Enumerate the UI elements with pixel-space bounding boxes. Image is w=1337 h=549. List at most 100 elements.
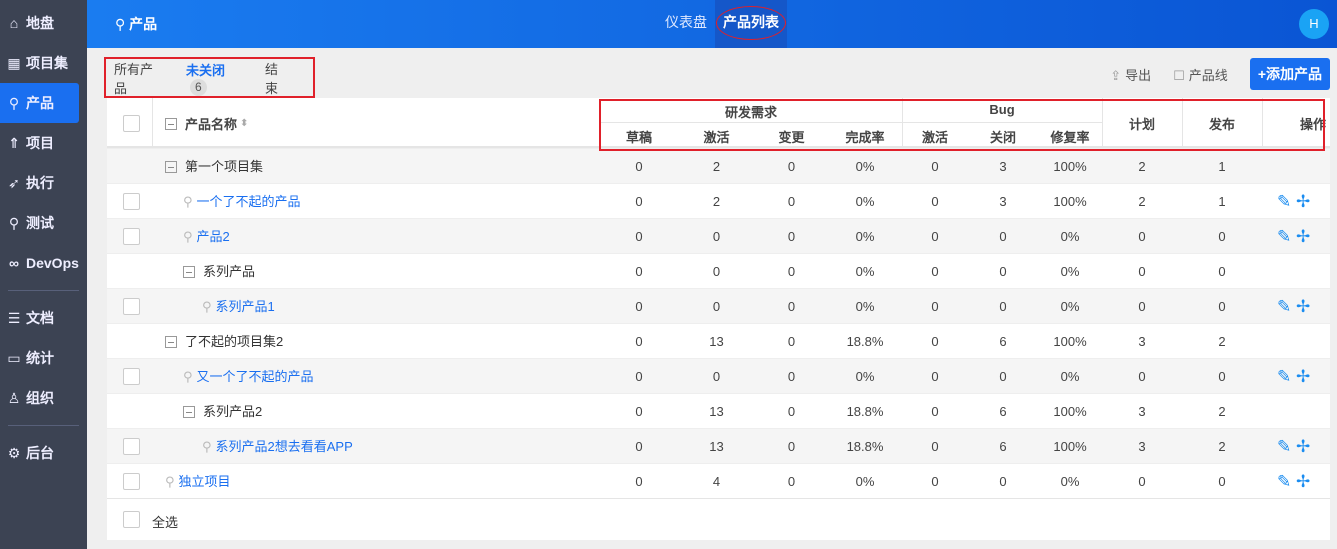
bulb-icon: ⚲ [202,299,212,314]
row-name: ⚲ 系列产品1 [202,289,275,324]
edit-icon[interactable]: ✎ [1277,297,1291,316]
collapse-icon[interactable] [165,117,177,130]
table-row: ⚲ 一个了不起的产品 0 2 0 0% 0 3 100% 2 1 ✎ ✢ [107,183,1330,218]
cell: 4 [712,474,721,489]
tab-closed[interactable]: 结束 [265,59,289,97]
collapse-icon[interactable] [183,405,195,418]
cell: 0 [787,264,796,279]
move-icon[interactable]: ✢ [1296,367,1310,386]
cell: 0% [855,369,875,384]
toolbar: ⇪ 导出 ☐ 产品线 +添加产品 [1110,58,1330,90]
bulb-icon: ⚲ [165,474,175,489]
product-line-button[interactable]: ☐ 产品线 [1173,65,1228,84]
collapse-icon[interactable] [165,160,177,173]
table-row: ⚲ 系列产品2想去看看APP 0 13 0 18.8% 0 6 100% 3 2 ✎ ✢ [107,428,1330,463]
add-product-button[interactable]: +添加产品 [1249,58,1330,90]
cell: 0 [931,299,939,314]
cell: 13 [709,439,724,454]
cell: 0 [1218,474,1226,489]
sidebar-item-6[interactable]: ∞ DevOps [0,243,87,283]
table-row: 第一个项目集 0 2 0 0% 0 3 100% 2 1 [107,148,1330,183]
name-header[interactable]: 产品名称 ⬍ [165,114,248,133]
cell: 0 [931,194,939,209]
cell: 0 [931,159,939,174]
select-all-checkbox[interactable] [123,511,140,528]
product-link[interactable]: 产品2 [197,219,230,254]
sidebar-item-1[interactable]: ▦ 项目集 [0,43,87,83]
edit-icon[interactable]: ✎ [1277,192,1291,211]
sidebar: ⌂ 地盘 ▦ 项目集 ⚲ 产品 ⇑ 项目 ➶ 执行 ⚲ 测试 ∞ DevOps ☰ 文档 ▭ 统计 ♙ 组织 ⚙ 后台 [0,0,87,549]
row-checkbox[interactable] [123,368,140,385]
edit-icon[interactable]: ✎ [1277,472,1291,491]
sidebar-item-5[interactable]: ⚲ 测试 [0,203,87,243]
cell: 0 [787,404,796,419]
edit-icon[interactable]: ✎ [1277,227,1291,246]
tab-unclosed[interactable]: 未关闭6 [185,60,241,101]
export-button[interactable]: ⇪ 导出 [1110,65,1151,84]
cell: 0 [1138,264,1146,279]
product-link[interactable]: 系列产品1 [216,289,275,324]
product-link[interactable]: 系列产品2想去看看APP [216,429,353,464]
cell: 100% [1053,159,1087,174]
sidebar-item-8[interactable]: ▭ 统计 [0,338,87,378]
sidebar-item-0[interactable]: ⌂ 地盘 [0,3,87,43]
sidebar-item-2[interactable]: ⚲ 产品 [0,83,79,123]
row-checkbox[interactable] [123,228,140,245]
cell: 3 [1138,404,1146,419]
count-badge: 6 [189,78,207,96]
infinity-icon: ∞ [9,255,19,271]
edit-icon[interactable]: ✎ [1277,437,1291,456]
cell: 6 [999,439,1007,454]
cell: 18.8% [846,439,884,454]
collapse-icon[interactable] [183,265,195,278]
row-checkbox[interactable] [123,193,140,210]
bulb-icon: ⚲ [202,439,212,454]
edit-icon[interactable]: ✎ [1277,367,1291,386]
cell: 0% [1060,474,1080,489]
table-row: 了不起的项目集2 0 13 0 18.8% 0 6 100% 3 2 [107,323,1330,358]
nav-dashboard[interactable]: 仪表盘 [657,0,715,48]
cell: 0 [635,229,643,244]
move-icon[interactable]: ✢ [1296,437,1310,456]
sidebar-item-3[interactable]: ⇑ 项目 [0,123,87,163]
row-name: 了不起的项目集2 [165,324,283,359]
product-link[interactable]: 独立项目 [179,464,231,499]
cell: 6 [999,404,1007,419]
group-name: 第一个项目集 [185,159,264,174]
nav-product-list[interactable]: 产品列表 [715,0,787,48]
select-all-label[interactable]: 全选 [152,512,178,531]
move-icon[interactable]: ✢ [1296,472,1310,491]
row-checkbox[interactable] [123,438,140,455]
avatar[interactable]: H [1299,9,1329,39]
row-actions: ✎ ✢ [1277,429,1310,464]
row-checkbox[interactable] [123,473,140,490]
tab-all[interactable]: 所有产品 [114,59,162,97]
row-actions: ✎ ✢ [1277,184,1310,219]
product-link[interactable]: 一个了不起的产品 [197,184,301,219]
sidebar-item-9[interactable]: ♙ 组织 [0,378,87,418]
table-row: 系列产品2 0 13 0 18.8% 0 6 100% 3 2 [107,393,1330,428]
cell: 3 [999,159,1007,174]
run-icon: ➶ [8,174,20,191]
collapse-icon[interactable] [165,335,177,348]
select-all-header-checkbox[interactable] [123,115,140,132]
cell: 0% [855,474,875,489]
cell: 2 [1218,334,1226,349]
rocket-icon: ⇑ [8,134,20,151]
move-icon[interactable]: ✢ [1296,227,1310,246]
cell: 2 [712,159,721,174]
move-icon[interactable]: ✢ [1296,297,1310,316]
cell: 0 [712,369,721,384]
brand[interactable]: ⚲ 产品 [115,14,157,34]
sidebar-item-7[interactable]: ☰ 文档 [0,298,87,338]
cell: 0 [635,474,643,489]
sort-icon[interactable]: ⬍ [240,118,248,129]
status-tabs: 所有产品 未关闭6 结束 [104,57,315,101]
sidebar-item-4[interactable]: ➶ 执行 [0,163,87,203]
cell: 0% [1060,369,1080,384]
product-link[interactable]: 又一个了不起的产品 [197,359,314,394]
cell: 0 [635,159,643,174]
row-checkbox[interactable] [123,298,140,315]
sidebar-item-10[interactable]: ⚙ 后台 [0,433,87,473]
move-icon[interactable]: ✢ [1296,192,1310,211]
